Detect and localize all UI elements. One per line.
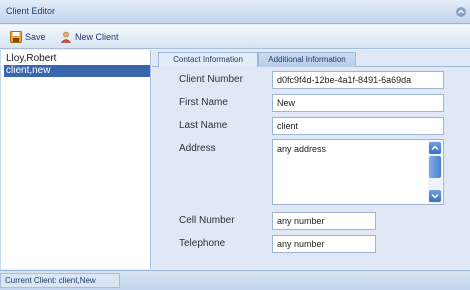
status-bar: Current Client: client,New bbox=[0, 270, 470, 290]
current-client-status: Current Client: client,New bbox=[0, 273, 120, 288]
scroll-up-icon[interactable] bbox=[429, 142, 441, 154]
last-name-label: Last Name bbox=[179, 120, 228, 131]
cell-number-label: Cell Number bbox=[179, 215, 235, 226]
first-name-label: First Name bbox=[179, 97, 228, 108]
scroll-down-icon[interactable] bbox=[429, 190, 441, 202]
address-value: any address bbox=[277, 144, 327, 154]
save-button[interactable]: Save bbox=[10, 29, 54, 45]
save-label: Save bbox=[25, 32, 46, 42]
tab-contact-information[interactable]: Contact Information bbox=[158, 52, 258, 67]
last-name-field[interactable]: client bbox=[272, 117, 444, 135]
chevron-up-icon[interactable] bbox=[456, 7, 466, 17]
address-textarea[interactable]: any address bbox=[272, 139, 444, 205]
address-label: Address bbox=[179, 143, 216, 154]
client-list: Lloy,Robert client,new bbox=[0, 50, 151, 269]
client-editor-window: Client Editor Save New Client Lloy,Rober… bbox=[0, 0, 470, 290]
floppy-disk-icon bbox=[10, 31, 22, 43]
address-scrollbar[interactable] bbox=[428, 141, 442, 203]
telephone-field[interactable]: any number bbox=[272, 235, 376, 253]
tab-bar: Contact Information Additional Informati… bbox=[152, 50, 470, 67]
scroll-thumb[interactable] bbox=[429, 156, 441, 178]
title-bar: Client Editor bbox=[0, 0, 470, 24]
new-client-label: New Client bbox=[75, 32, 119, 42]
first-name-field[interactable]: New bbox=[272, 94, 444, 112]
list-item[interactable]: Lloy,Robert bbox=[4, 53, 150, 65]
cell-number-field[interactable]: any number bbox=[272, 212, 376, 230]
tab-additional-information[interactable]: Additional Information bbox=[258, 52, 356, 67]
client-number-label: Client Number bbox=[179, 74, 243, 85]
list-item-selected[interactable]: client,new bbox=[4, 65, 150, 77]
new-client-button[interactable]: New Client bbox=[60, 29, 122, 45]
client-number-field[interactable]: d0fc9f4d-12be-4a1f-8491-6a69da bbox=[272, 71, 444, 89]
add-user-icon bbox=[60, 31, 72, 43]
detail-panel: Contact Information Additional Informati… bbox=[152, 50, 470, 269]
window-title: Client Editor bbox=[6, 6, 56, 16]
telephone-label: Telephone bbox=[179, 238, 226, 249]
toolbar: Save New Client bbox=[0, 25, 470, 49]
